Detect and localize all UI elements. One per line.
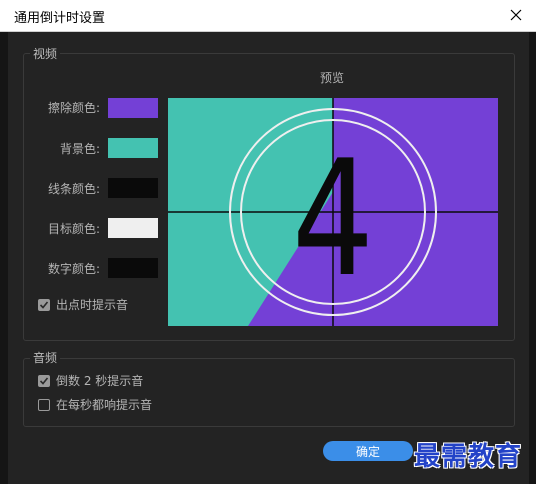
close-button[interactable]: [504, 3, 528, 27]
cue-2-sec-label: 倒数 2 秒提示音: [56, 374, 144, 388]
window-title: 通用倒计时设置: [14, 11, 106, 26]
line-color-label: 线条颜色:: [47, 182, 100, 196]
audio-group-title: 音频: [30, 349, 61, 366]
background-right: [529, 32, 536, 484]
cue-at-out-label: 出点时提示音: [56, 298, 129, 312]
line-color-swatch[interactable]: [108, 178, 158, 198]
preview-digit: 4: [292, 125, 374, 312]
cue-2-sec-checkbox[interactable]: 倒数 2 秒提示音: [38, 372, 143, 389]
wipe-color-swatch[interactable]: [108, 98, 158, 118]
cue-every-sec-label: 在每秒都响提示音: [56, 398, 153, 412]
background-color-swatch[interactable]: [108, 138, 158, 158]
checkbox-icon: [38, 298, 50, 311]
countdown-preview: 4: [168, 98, 498, 326]
digit-color-label: 数字颜色:: [47, 262, 100, 276]
ok-button-label: 确定: [355, 444, 380, 459]
background-color-label: 背景色:: [59, 142, 100, 156]
title-bar: 通用倒计时设置: [0, 0, 536, 32]
checkbox-icon: [38, 398, 50, 411]
checkbox-icon: [38, 374, 50, 387]
video-group-title: 视频: [30, 45, 61, 62]
target-color-label: 目标颜色:: [47, 222, 100, 236]
cue-at-out-checkbox[interactable]: 出点时提示音: [38, 296, 128, 313]
digit-color-swatch[interactable]: [108, 258, 158, 278]
wipe-color-label: 擦除颜色:: [47, 101, 100, 115]
close-icon: [510, 9, 522, 21]
ok-button[interactable]: 确定: [323, 441, 413, 461]
watermark-logo: 最需教育: [414, 442, 523, 472]
audio-group: [23, 358, 515, 427]
cue-every-sec-checkbox[interactable]: 在每秒都响提示音: [38, 396, 152, 413]
preview-label: 预览: [320, 71, 345, 85]
target-color-swatch[interactable]: [108, 218, 158, 238]
